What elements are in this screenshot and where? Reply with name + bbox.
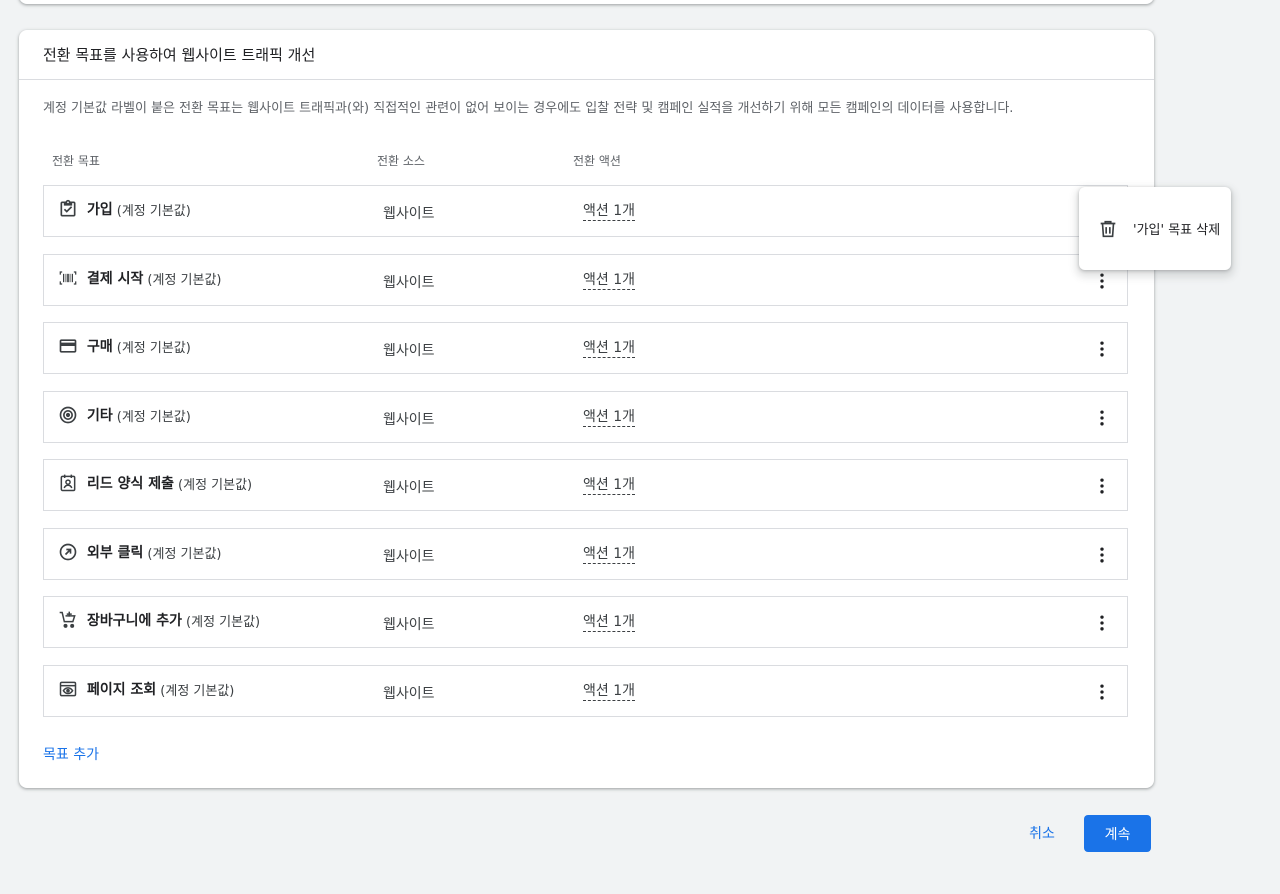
- goal-source: 웹사이트: [383, 206, 435, 222]
- more-vert-icon: [1100, 410, 1104, 426]
- goal-name: 가입: [87, 202, 113, 218]
- more-options-button[interactable]: [1089, 405, 1115, 431]
- contact-form-icon: [58, 473, 78, 493]
- more-options-button[interactable]: [1089, 473, 1115, 499]
- goal-source: 웹사이트: [383, 343, 435, 359]
- goal-action-link[interactable]: 액션 1개: [583, 272, 635, 290]
- more-vert-icon: [1100, 341, 1104, 357]
- conversion-goals-card: 전환 목표를 사용하여 웹사이트 트래픽 개선 계정 기본값 라벨이 붙은 전환…: [19, 30, 1154, 788]
- goal-source: 웹사이트: [383, 480, 435, 496]
- goal-name: 페이지 조회: [87, 682, 157, 698]
- goal-default-label: (계정 기본값): [178, 477, 253, 493]
- column-header-source: 전환 소스: [377, 154, 425, 168]
- column-header-action: 전환 액션: [573, 154, 621, 168]
- more-vert-icon: [1100, 615, 1104, 631]
- goal-row-add-to-cart[interactable]: 장바구니에 추가 (계정 기본값) 웹사이트 액션 1개: [43, 596, 1128, 648]
- more-vert-icon: [1100, 478, 1104, 494]
- goal-name: 리드 양식 제출: [87, 476, 175, 492]
- column-header-goal: 전환 목표: [52, 154, 100, 168]
- target-icon: [58, 405, 78, 425]
- goal-default-label: (계정 기본값): [147, 272, 222, 288]
- goal-row-outbound-click[interactable]: 외부 클릭 (계정 기본값) 웹사이트 액션 1개: [43, 528, 1128, 580]
- goal-action-link[interactable]: 액션 1개: [583, 203, 635, 221]
- goal-name: 구매: [87, 339, 113, 355]
- goal-source: 웹사이트: [383, 549, 435, 565]
- more-options-button[interactable]: [1089, 542, 1115, 568]
- cancel-button[interactable]: 취소: [1016, 815, 1068, 851]
- trash-icon: [1097, 218, 1119, 240]
- add-goal-link[interactable]: 목표 추가: [43, 744, 99, 764]
- page-view-icon: [58, 679, 78, 699]
- goal-source: 웹사이트: [383, 412, 435, 428]
- more-options-button[interactable]: [1089, 336, 1115, 362]
- goal-source: 웹사이트: [383, 617, 435, 633]
- goal-default-label: (계정 기본값): [147, 546, 222, 562]
- goal-action-link[interactable]: 액션 1개: [583, 546, 635, 564]
- card-title: 전환 목표를 사용하여 웹사이트 트래픽 개선: [19, 30, 1154, 80]
- previous-card: [19, 0, 1154, 4]
- outbound-arrow-icon: [58, 542, 78, 562]
- more-vert-icon: [1100, 684, 1104, 700]
- add-to-cart-icon: [58, 610, 78, 630]
- more-vert-icon: [1100, 547, 1104, 563]
- goal-row-signup[interactable]: 가입 (계정 기본값) 웹사이트 액션 1개: [43, 185, 1128, 237]
- continue-button[interactable]: 계속: [1084, 815, 1151, 852]
- more-vert-icon: [1100, 273, 1104, 289]
- goal-name: 기타: [87, 408, 113, 424]
- card-description: 계정 기본값 라벨이 붙은 전환 목표는 웹사이트 트래픽과(와) 직접적인 관…: [43, 101, 1014, 116]
- goal-default-label: (계정 기본값): [116, 203, 191, 219]
- goal-row-lead-form[interactable]: 리드 양식 제출 (계정 기본값) 웹사이트 액션 1개: [43, 459, 1128, 511]
- goal-source: 웹사이트: [383, 275, 435, 291]
- goal-name: 장바구니에 추가: [87, 613, 183, 629]
- goal-action-link[interactable]: 액션 1개: [583, 683, 635, 701]
- more-options-button[interactable]: [1089, 610, 1115, 636]
- more-options-button[interactable]: [1089, 268, 1115, 294]
- barcode-scanner-icon: [58, 268, 78, 288]
- goal-action-link[interactable]: 액션 1개: [583, 614, 635, 632]
- goal-row-checkout[interactable]: 결제 시작 (계정 기본값) 웹사이트 액션 1개: [43, 254, 1128, 306]
- credit-card-icon: [58, 336, 78, 356]
- more-options-button[interactable]: [1089, 679, 1115, 705]
- goal-row-other[interactable]: 기타 (계정 기본값) 웹사이트 액션 1개: [43, 391, 1128, 443]
- goal-name: 결제 시작: [87, 271, 144, 287]
- delete-goal-label: '가입' 목표 삭제: [1133, 223, 1221, 238]
- goal-default-label: (계정 기본값): [160, 683, 235, 699]
- goal-action-link[interactable]: 액션 1개: [583, 477, 635, 495]
- goal-action-link[interactable]: 액션 1개: [583, 409, 635, 427]
- goal-row-page-view[interactable]: 페이지 조회 (계정 기본값) 웹사이트 액션 1개: [43, 665, 1128, 717]
- checklist-icon: [58, 199, 78, 219]
- delete-goal-menu-item[interactable]: '가입' 목표 삭제: [1079, 187, 1231, 270]
- goal-default-label: (계정 기본값): [116, 409, 191, 425]
- goal-default-label: (계정 기본값): [186, 614, 261, 630]
- goal-name: 외부 클릭: [87, 545, 144, 561]
- goal-source: 웹사이트: [383, 686, 435, 702]
- goal-row-purchase[interactable]: 구매 (계정 기본값) 웹사이트 액션 1개: [43, 322, 1128, 374]
- goal-action-link[interactable]: 액션 1개: [583, 340, 635, 358]
- goal-default-label: (계정 기본값): [116, 340, 191, 356]
